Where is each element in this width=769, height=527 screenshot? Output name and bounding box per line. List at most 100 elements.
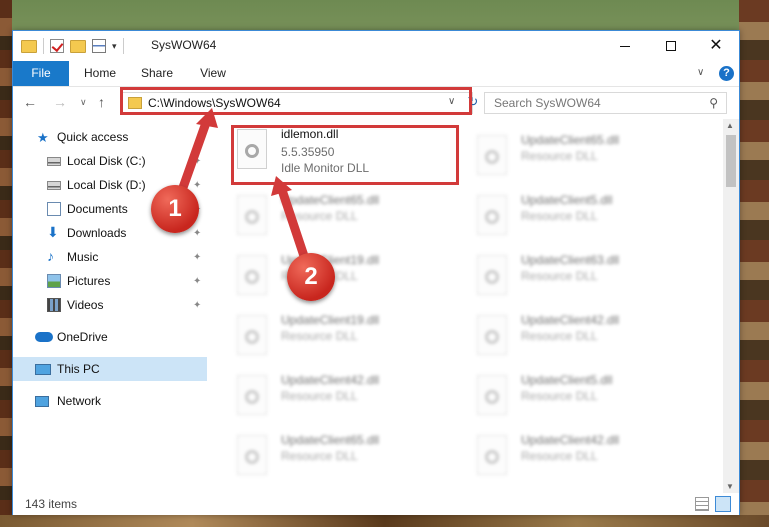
toolbar-divider	[43, 38, 44, 54]
quick-access-toolbar: ▾	[21, 38, 124, 54]
tiles-view-icon[interactable]	[715, 496, 731, 512]
sidebar-item-label: Downloads	[67, 226, 127, 240]
dll-file-icon	[237, 255, 267, 295]
recent-locations-icon[interactable]: ∨	[80, 97, 87, 108]
file-item[interactable]: UpdateClient42.dll Resource DLL	[471, 311, 701, 361]
file-item[interactable]: UpdateClient42.dll Resource DLL	[231, 371, 461, 421]
dll-file-icon	[237, 435, 267, 475]
sidebar-item-onedrive[interactable]: OneDrive	[13, 325, 207, 349]
file-item[interactable]: UpdateClient5.dll Resource DLL	[471, 191, 701, 241]
file-description: Resource DLL	[281, 449, 358, 463]
disk-icon	[47, 156, 61, 166]
sidebar-item-pictures[interactable]: Pictures ✦	[13, 269, 207, 293]
file-item[interactable]: UpdateClient19.dll Resource DLL	[231, 311, 461, 361]
back-arrow-icon[interactable]: ←	[23, 94, 37, 110]
sidebar-item-label: Pictures	[67, 274, 111, 288]
sidebar-item-label: Local Disk (C:)	[67, 154, 146, 168]
sidebar-item-network[interactable]: Network	[13, 389, 207, 413]
address-bar-highlight	[120, 87, 472, 115]
details-view-icon[interactable]	[695, 497, 709, 511]
sidebar-item-label: Local Disk (D:)	[67, 178, 146, 192]
expand-ribbon-icon[interactable]: ∨	[697, 67, 704, 78]
file-name: UpdateClient42.dll	[521, 433, 620, 447]
sidebar-item-label: OneDrive	[57, 330, 108, 344]
file-item[interactable]: UpdateClient65.dll Resource DLL	[231, 191, 461, 241]
maximize-button[interactable]	[648, 31, 694, 61]
sidebar-item-label: Music	[67, 250, 99, 264]
close-icon: ✕	[709, 37, 723, 54]
pin-icon[interactable]: ✦	[193, 252, 201, 263]
minimize-button[interactable]	[602, 31, 648, 61]
tab-file[interactable]: File	[13, 61, 69, 86]
up-arrow-icon[interactable]: ↑	[98, 94, 105, 110]
documents-icon	[47, 202, 61, 216]
sidebar-item-quick-access[interactable]: ★ Quick access	[13, 125, 207, 149]
close-button[interactable]: ✕	[693, 31, 739, 61]
file-item[interactable]: UpdateClient65.dll Resource DLL	[471, 131, 701, 181]
pin-icon[interactable]: ✦	[193, 228, 201, 239]
file-item[interactable]: UpdateClient63.dll Resource DLL	[471, 251, 701, 301]
file-description: Resource DLL	[281, 209, 358, 223]
sidebar-item-this-pc[interactable]: This PC	[13, 357, 207, 381]
dll-file-icon	[477, 195, 507, 235]
file-name: UpdateClient5.dll	[521, 193, 613, 207]
file-name: UpdateClient65.dll	[281, 193, 380, 207]
pin-icon[interactable]: ✦	[193, 156, 201, 167]
search-input[interactable]: Search SysWOW64	[494, 96, 601, 110]
dll-file-icon	[237, 195, 267, 235]
status-bar: 143 items	[13, 493, 739, 515]
file-name: UpdateClient65.dll	[521, 133, 620, 147]
pin-icon[interactable]: ✦	[193, 300, 201, 311]
properties-check-icon[interactable]	[50, 39, 64, 53]
folder-icon[interactable]	[21, 39, 37, 53]
navigation-pane: ★ Quick access Local Disk (C:) ✦ Local D…	[13, 119, 207, 493]
tab-home[interactable]: Home	[79, 61, 121, 86]
help-icon[interactable]: ?	[719, 66, 734, 81]
file-item[interactable]: UpdateClient19.dll Resource DLL	[231, 251, 461, 301]
star-icon: ★	[37, 130, 49, 145]
properties-icon[interactable]	[92, 39, 106, 53]
scroll-up-icon[interactable]: ▲	[726, 121, 734, 130]
vertical-scrollbar[interactable]: ▲ ▼	[723, 119, 739, 493]
network-icon	[35, 395, 49, 407]
search-box[interactable]: Search SysWOW64 ⚲	[484, 92, 727, 114]
sidebar-item-music[interactable]: ♪ Music ✦	[13, 245, 207, 269]
minimize-icon	[620, 45, 630, 47]
sidebar-item-label: Quick access	[57, 130, 129, 144]
onedrive-icon	[35, 332, 53, 342]
ribbon: File Home Share View ∨ ?	[13, 61, 739, 87]
file-name: UpdateClient5.dll	[521, 373, 613, 387]
scroll-down-icon[interactable]: ▼	[726, 482, 734, 491]
tab-view[interactable]: View	[193, 61, 233, 86]
forward-arrow-icon[interactable]: →	[53, 94, 67, 110]
sidebar-item-label: Network	[57, 394, 102, 408]
tab-share[interactable]: Share	[134, 61, 180, 86]
pin-icon[interactable]: ✦	[193, 180, 201, 191]
sidebar-item-label: Documents	[67, 202, 128, 216]
chevron-down-icon[interactable]: ▾	[112, 41, 117, 52]
pictures-icon	[47, 274, 61, 288]
file-name: UpdateClient42.dll	[521, 313, 620, 327]
dll-file-icon	[237, 315, 267, 355]
file-name: UpdateClient65.dll	[281, 433, 380, 447]
dll-file-icon	[477, 435, 507, 475]
new-folder-icon[interactable]	[70, 39, 86, 53]
pin-icon[interactable]: ✦	[193, 276, 201, 287]
dll-file-icon	[477, 135, 507, 175]
sidebar-item-local-disk-c[interactable]: Local Disk (C:) ✦	[13, 149, 207, 173]
sidebar-item-videos[interactable]: Videos ✦	[13, 293, 207, 317]
scrollbar-thumb[interactable]	[726, 135, 736, 187]
window-title: SysWOW64	[151, 38, 217, 52]
item-count: 143 items	[25, 497, 78, 511]
file-item[interactable]: UpdateClient42.dll Resource DLL	[471, 431, 701, 481]
desktop-background-left	[0, 0, 12, 527]
title-bar: ▾ SysWOW64 ✕	[13, 31, 739, 61]
file-item[interactable]: UpdateClient65.dll Resource DLL	[231, 431, 461, 481]
download-icon: ⬇	[47, 224, 59, 240]
file-item[interactable]: UpdateClient5.dll Resource DLL	[471, 371, 701, 421]
file-description: Resource DLL	[281, 389, 358, 403]
search-icon[interactable]: ⚲	[709, 96, 718, 110]
file-description: Resource DLL	[521, 149, 598, 163]
videos-icon	[47, 298, 61, 312]
file-description: Resource DLL	[521, 269, 598, 283]
